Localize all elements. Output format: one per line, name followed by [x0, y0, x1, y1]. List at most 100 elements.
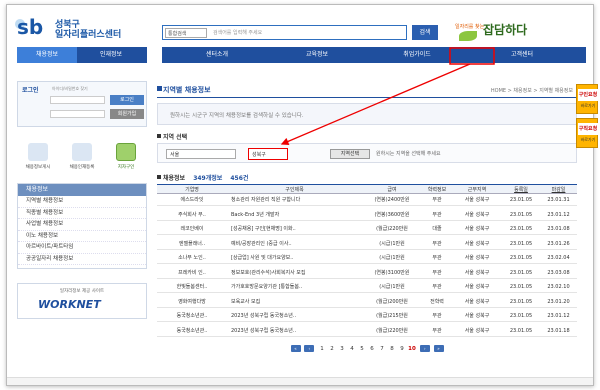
job-menu-title: 채용정보: [18, 184, 146, 196]
table-row[interactable]: 주식회사 무.. Back-End 3년 개발자 (연봉)3600만원 무관 서울 성북…: [157, 210, 577, 221]
banner-small-text: 일자리를 찾는: [455, 24, 485, 30]
next-page-button[interactable]: ›: [419, 345, 430, 352]
col-education[interactable]: 학력정보: [422, 185, 452, 195]
col-salary[interactable]: 급여: [362, 185, 422, 195]
join-button[interactable]: 회원가입: [110, 109, 144, 119]
seeker-request-banner[interactable]: 구직요청 바로가기: [576, 118, 598, 148]
table-row[interactable]: 에스드라잇 청소관리 자원관리 직원 구합니다 (연봉)2400만원 무관 서울 성북구…: [157, 195, 577, 206]
page-link[interactable]: 9: [397, 346, 407, 352]
tab-center-intro[interactable]: 센터소개: [172, 47, 262, 63]
table-cell: 23.01.05: [509, 255, 533, 261]
list-total: 456건: [230, 175, 249, 182]
table-cell: 서울 성북구: [464, 269, 490, 276]
browser-frame: sb 성북구 일자리플러스센터 통합검색 검색어를 입력해 주세요 검색 일자리…: [6, 4, 594, 386]
table-row[interactable]: 프레카비 인.. 정보보호(관리수석)사회복지사 모집 (연봉)3100만원 무관 서울…: [157, 268, 577, 279]
table-row[interactable]: 한빛돌봄센터.. 가가호호방문요양기관 [통합돌봄.. (시급)1만원 무관 서울 성북…: [157, 282, 577, 293]
table-cell: (월급)220만원: [376, 327, 408, 334]
menu-item-inno[interactable]: 이노 채용정보: [18, 231, 146, 242]
menu-item-business[interactable]: 사업별 채용정보: [18, 219, 146, 231]
quick-item-register[interactable]: 채용인재등록: [63, 139, 101, 175]
table-cell: 소나무 노인..: [178, 255, 206, 261]
search-input[interactable]: 검색어를 입력해 주세요: [211, 28, 401, 38]
prev-page-button[interactable]: ‹: [304, 345, 315, 352]
menu-item-region[interactable]: 지역별 채용정보: [18, 196, 146, 208]
quick-menu: 채용정보게시 채용인재등록 지자구인: [17, 139, 147, 175]
table-cell: 대졸: [432, 226, 442, 232]
page-link[interactable]: 10: [407, 346, 417, 352]
search-scope-select[interactable]: 통합검색: [165, 28, 207, 38]
menu-item-parttime[interactable]: 아르바이트/파트타임: [18, 242, 146, 254]
login-hint[interactable]: 아이디/비밀번호 찾기: [52, 86, 88, 92]
table-row[interactable]: 영화여행다방 보육교사 모집 (월급)200만원 전학력 서울 성북구 23.01.05 2…: [157, 297, 577, 308]
region-selector: 서울 성북구 지역선택 원하시는 지역을 선택해 주세요: [157, 143, 577, 163]
table-cell[interactable]: Back-End 3년 개발자: [227, 210, 362, 220]
col-title[interactable]: 구인제목: [227, 185, 362, 195]
table-cell[interactable]: 보육교사 모집: [227, 297, 362, 307]
tab-customer-center[interactable]: 고객센터: [472, 47, 572, 63]
search-button[interactable]: 검색: [412, 25, 438, 40]
district-select[interactable]: 성북구: [248, 148, 288, 160]
table-cell: 서울 성북구: [464, 255, 490, 261]
password-field[interactable]: [50, 110, 105, 118]
title-bullet-icon: [157, 86, 162, 91]
tab-talent-info[interactable]: 인재정보: [79, 47, 143, 63]
site-logo[interactable]: sb 성북구 일자리플러스센터: [15, 15, 137, 40]
worknet-banner[interactable]: 일자리정보 제공 사이트 WORKNET: [17, 283, 147, 319]
col-company[interactable]: 기업명: [157, 185, 227, 195]
table-cell[interactable]: 청소관리 자원관리 직원 구합니다: [227, 195, 362, 205]
table-cell: 23.01.18: [547, 327, 570, 334]
table-row[interactable]: 소나무 노인.. [상급업] 사원 및 대가요양보.. (시급)1만원 무관 서울 성북…: [157, 253, 577, 264]
quick-item-region[interactable]: 지자구인: [107, 139, 145, 175]
login-box: 로그인 아이디/비밀번호 찾기 로그인 회원가입: [17, 81, 147, 127]
page-link[interactable]: 3: [337, 346, 347, 352]
table-cell[interactable]: 2023년 성북구립 동국청소년..: [227, 326, 362, 336]
table-cell[interactable]: [상급업] 사원 및 대가요양보..: [227, 253, 362, 263]
table-cell: (연봉)2400만원: [374, 197, 410, 203]
table-cell[interactable]: 예비/공장관리인 (중급 이사..: [227, 239, 362, 249]
region-select-button[interactable]: 지역선택: [330, 149, 370, 159]
page-link[interactable]: 5: [357, 346, 367, 352]
last-page-button[interactable]: »: [433, 345, 444, 352]
page-link[interactable]: 7: [377, 346, 387, 352]
first-page-button[interactable]: «: [290, 345, 301, 352]
tab-job-info[interactable]: 채용정보: [17, 47, 77, 63]
table-cell: 전학력: [430, 298, 444, 305]
table-cell: (시급)1만원: [379, 240, 405, 247]
table-row[interactable]: 동국청소년관.. 2023년 성북구립 동국청소년.. (월급)215만원 무관 서울 …: [157, 311, 577, 322]
job-request-banner[interactable]: 구인요청 바로가기: [576, 84, 598, 114]
col-posted[interactable]: 등록일: [502, 185, 540, 195]
tab-job-guide[interactable]: 취업가이드: [372, 47, 462, 63]
page-link[interactable]: 1: [317, 346, 327, 352]
id-field[interactable]: [50, 96, 105, 104]
col-deadline[interactable]: 마감일: [540, 185, 577, 195]
quick-item-post[interactable]: 채용정보게시: [19, 139, 57, 175]
table-cell: (시급)1만원: [379, 255, 405, 261]
table-cell[interactable]: 가가호호방문요양기관 [통합돌봄..: [227, 282, 362, 292]
page-link[interactable]: 8: [387, 346, 397, 352]
page-link[interactable]: 6: [367, 346, 377, 352]
table-row[interactable]: 동국청소년관.. 2023년 성북구립 동국청소년.. (월급)220만원 무관 서울 …: [157, 326, 577, 337]
page-link[interactable]: 4: [347, 346, 357, 352]
table-row[interactable]: 엔젤플래너.. 예비/공장관리인 (중급 이사.. (시급)1만원 무관 서울 성북구 2…: [157, 239, 577, 250]
table-cell: 23.01.31: [547, 197, 570, 203]
table-row[interactable]: 레코인베이 [성공채용] 구인[현채명] 이화.. (월급)220만원 대졸 서울 성북…: [157, 224, 577, 235]
table-cell: 23.03.08: [547, 269, 570, 276]
table-cell: 무관: [432, 240, 442, 247]
logo-line2: 일자리플러스센터: [55, 30, 122, 40]
city-select[interactable]: 서울: [166, 149, 236, 159]
table-cell: 23.01.05: [509, 226, 533, 232]
tab-education[interactable]: 교육정보: [272, 47, 362, 63]
table-cell: 동국청소년관..: [176, 327, 208, 334]
page-link[interactable]: 2: [327, 346, 337, 352]
table-cell[interactable]: 2023년 성북구립 동국청소년..: [227, 311, 362, 321]
table-cell[interactable]: [성공채용] 구인[현채명] 이화..: [227, 224, 362, 234]
login-button[interactable]: 로그인: [110, 95, 144, 105]
table-cell: 무관: [432, 197, 442, 203]
table-cell: (시급)1만원: [379, 284, 405, 290]
table-cell[interactable]: 정보보호(관리수석)사회복지사 모집: [227, 268, 362, 278]
menu-item-occupation[interactable]: 직종별 채용정보: [18, 208, 146, 219]
job-banner[interactable]: 일자리를 찾는 잡담하다: [455, 19, 555, 45]
menu-item-public[interactable]: 공공일자리 채용정보: [18, 254, 146, 265]
col-location[interactable]: 근무지역: [452, 185, 502, 195]
table-cell: 서울 성북구: [464, 298, 490, 305]
